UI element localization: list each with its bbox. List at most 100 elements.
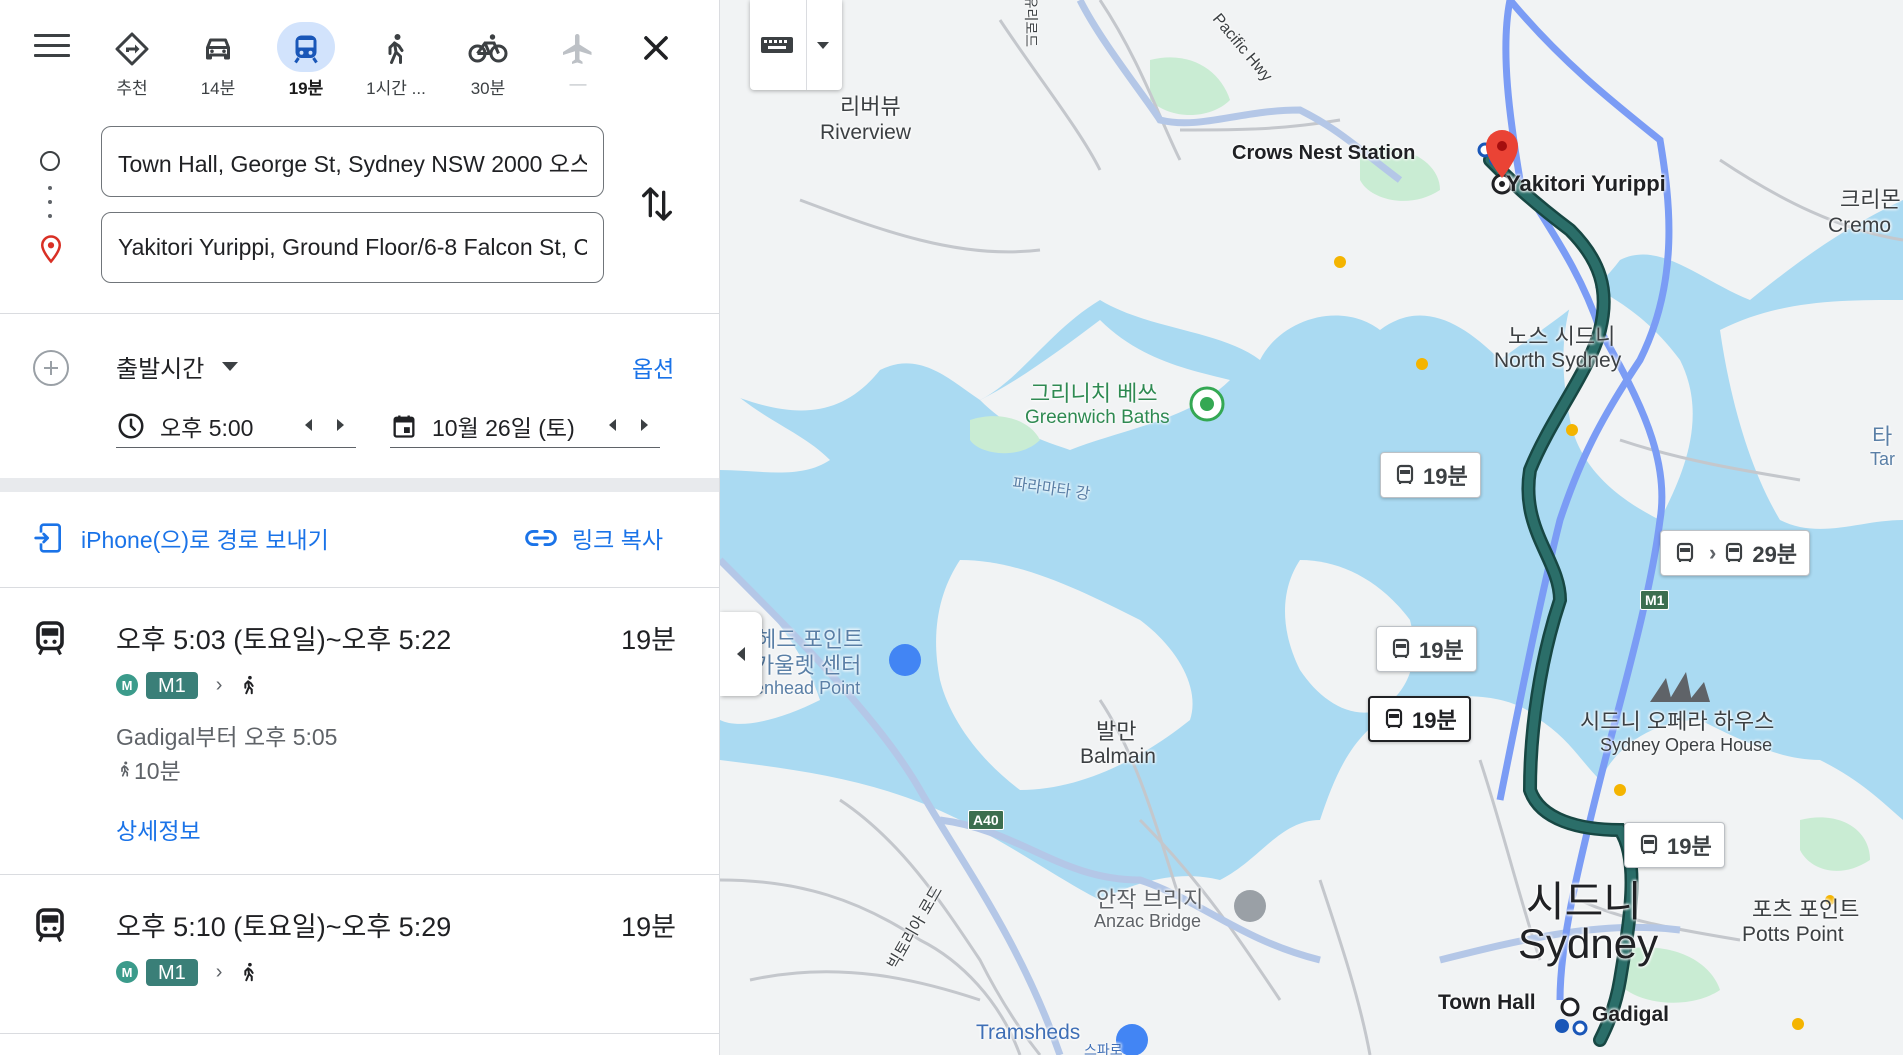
plane-icon [549, 22, 607, 72]
origin-circle-icon [40, 151, 60, 171]
mode-label: 1시간 ... [366, 79, 426, 98]
origin-field[interactable] [101, 126, 604, 197]
walk-icon [244, 962, 255, 982]
keyboard-shortcuts-button[interactable] [750, 0, 842, 90]
map-canvas[interactable]: 리버뷰 Riverview Crows Nest Station Yakitor… [720, 0, 1903, 1055]
map-label-headland-ko: 헤드 포인트 [756, 627, 864, 652]
date-value: 10월 26일 (토) [432, 414, 575, 441]
map-label-north-sydney-ko: 노스 시드니 [1508, 324, 1616, 349]
origin-marker [1560, 997, 1580, 1017]
destination-field[interactable] [101, 212, 604, 283]
route-callout[interactable]: 19분 [1376, 626, 1477, 672]
route-callout[interactable]: › 29분 [1660, 530, 1811, 576]
menu-button[interactable] [30, 30, 74, 66]
caret-down-icon [222, 361, 239, 371]
mode-best[interactable]: 추천 [97, 22, 167, 102]
close-directions-button[interactable] [636, 28, 676, 68]
options-link[interactable]: 옵션 [632, 350, 674, 384]
mode-label: 추천 [116, 79, 148, 98]
add-stop-button[interactable] [33, 350, 69, 386]
destination-input[interactable] [102, 213, 603, 282]
map-label-sydney-ko: 시드니 [1526, 878, 1642, 925]
time-prev-button[interactable] [296, 412, 320, 438]
keyboard-icon [761, 37, 793, 53]
map-label-headland: enhead Point [754, 678, 861, 698]
road-shield-a40: A40 [968, 810, 1004, 830]
route-callout[interactable]: 19분 [1624, 822, 1725, 868]
destination-marker-core [1499, 181, 1505, 187]
details-link[interactable]: 상세정보 [116, 812, 201, 846]
bus-icon [1396, 464, 1414, 484]
station-marker [1555, 1019, 1569, 1033]
mode-label: 19분 [288, 79, 324, 98]
line-badge: M1 [146, 671, 198, 699]
time-picker[interactable]: 오후 5:00 [116, 404, 356, 448]
mode-label: 14분 [200, 79, 236, 98]
route-callout[interactable]: 19분 [1380, 452, 1481, 498]
date-prev-button[interactable] [600, 412, 624, 438]
callout-duration: 19분 [1667, 834, 1712, 859]
trip-option-2[interactable]: 오후 5:10 (토요일)~오후 5:29 19분 M M1 › [0, 875, 719, 1033]
trip-duration: 19분 [621, 912, 676, 942]
send-to-device-icon [34, 523, 61, 553]
departure-info: Gadigal부터 오후 5:05 [116, 724, 338, 750]
trip-option-1[interactable]: 오후 5:03 (토요일)~오후 5:22 19분 M M1 › Gadigal… [0, 588, 719, 874]
map-label-gadigal: Gadigal [1592, 1003, 1670, 1026]
route-callout-selected[interactable]: 19분 [1368, 696, 1471, 742]
travel-mode-bar: 추천 14분 19분 1시간 ... 30분 — [0, 0, 719, 110]
origin-input[interactable] [102, 127, 603, 196]
route-dots [48, 186, 53, 228]
trip-duration: 19분 [621, 625, 676, 655]
section-separator [0, 478, 719, 492]
callout-duration: 19분 [1423, 464, 1468, 489]
map-label-opera-ko: 시드니 오페라 하우스 [1580, 709, 1775, 734]
collapse-panel-button[interactable] [720, 612, 762, 696]
mode-flight[interactable]: — [543, 22, 613, 102]
bus-icon [1392, 638, 1410, 658]
map-label-potts-ko: 포츠 포인트 [1752, 897, 1860, 922]
send-to-phone-label: iPhone(으)로 경로 보내기 [81, 527, 329, 553]
walk-info: 10분 [116, 752, 181, 786]
map-label-north-sydney: North Sydney [1494, 349, 1622, 372]
divider [806, 0, 807, 90]
mode-drive[interactable]: 14분 [183, 22, 253, 102]
mode-bike[interactable]: 30분 [453, 22, 523, 102]
trip-time-range: 오후 5:10 (토요일)~오후 5:29 [116, 912, 452, 942]
copy-link-button[interactable]: 링크 복사 [524, 518, 663, 558]
walk-duration: 10분 [134, 758, 181, 784]
mode-transit[interactable]: 19분 [271, 22, 341, 102]
opera-house-icon [1650, 672, 1710, 702]
map-label-greenwich-ko: 그리니치 베쓰 [1030, 381, 1158, 406]
swap-endpoints-button[interactable] [637, 182, 677, 226]
map-label-greenwich: Greenwich Baths [1025, 407, 1170, 428]
walk-icon [367, 22, 425, 72]
map-label-road-north: 유리로드 [1023, 0, 1040, 48]
map-label-anzac: Anzac Bridge [1094, 911, 1202, 931]
time-value: 오후 5:00 [160, 414, 254, 441]
clock-icon [118, 413, 144, 438]
depart-type-dropdown[interactable]: 출발시간 [116, 348, 239, 384]
date-picker[interactable]: 10월 26일 (토) [390, 404, 660, 448]
map-label-tramsheds: Tramsheds [976, 1021, 1081, 1044]
train-icon [277, 22, 335, 72]
chevron-right-icon: › [1709, 540, 1717, 565]
depart-type-label: 출발시간 [116, 355, 205, 383]
copy-link-label: 링크 복사 [572, 527, 664, 553]
map-label-sydney: Sydney [1518, 920, 1659, 967]
chevron-left-icon [737, 647, 745, 661]
send-to-phone-link[interactable]: iPhone(으)로 경로 보내기 [33, 518, 329, 558]
destination-pin-icon [36, 234, 66, 269]
map-label-right-edge-ko: 타 [1872, 424, 1893, 449]
mode-walk[interactable]: 1시간 ... [361, 22, 431, 102]
time-next-button[interactable] [328, 412, 352, 438]
bike-icon [459, 22, 517, 72]
calendar-icon [393, 415, 415, 438]
map-label-potts: Potts Point [1742, 923, 1844, 946]
divider [0, 313, 719, 314]
car-icon [189, 22, 247, 72]
date-next-button[interactable] [632, 412, 656, 438]
map-label-crows-nest: Crows Nest Station [1232, 142, 1416, 164]
map-label-anzac-ko: 안작 브리지 [1096, 887, 1204, 912]
bus-icon [1640, 834, 1658, 854]
swap-icon [642, 187, 672, 221]
